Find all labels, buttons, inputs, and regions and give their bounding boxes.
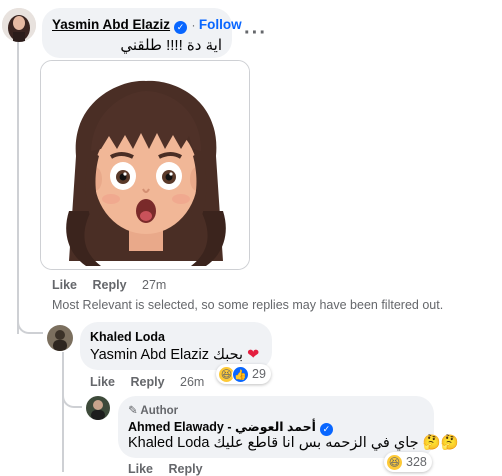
reply-message: بحبك: [213, 347, 244, 363]
reaction-count: 29: [252, 367, 266, 381]
avatar[interactable]: [86, 396, 110, 420]
timestamp[interactable]: 26m: [180, 375, 204, 389]
thread-line-nested: [62, 352, 64, 472]
thread-line: [17, 42, 19, 334]
filter-notice: Most Relevant is selected, so some repli…: [52, 298, 444, 312]
author-badge: ✎ Author: [128, 405, 179, 417]
comment-actions: Like Reply 27m: [52, 278, 178, 292]
thinking-emoji-icon: 🤔🤔: [422, 435, 459, 451]
reaction-summary[interactable]: 😆 328: [384, 452, 432, 472]
like-reaction-icon: 👍: [232, 365, 249, 383]
avatar[interactable]: [47, 325, 73, 351]
comment-image[interactable]: [40, 60, 250, 270]
reaction-count: 328: [406, 455, 427, 469]
reply-text: Yasmin Abd Elaziz بحبك ❤: [90, 347, 259, 363]
memoji-sticker-icon: [41, 61, 249, 269]
comment-bubble: Yasmin Abd Elaziz ✓ · Follow اية دة !!!! …: [42, 8, 242, 58]
reply-bubble: ✎ Author Ahmed Elawady - أحمد العوضي ✓ Kh…: [118, 396, 459, 458]
comment-text: اية دة !!!! طلقني: [120, 37, 222, 54]
reply-button[interactable]: Reply: [131, 375, 165, 389]
thread-connector: [17, 308, 43, 334]
like-button[interactable]: Like: [128, 462, 153, 476]
thread-connector-nested: [62, 382, 82, 408]
mention-link[interactable]: Yasmin Abd Elaziz: [90, 347, 209, 363]
avatar[interactable]: [2, 8, 36, 42]
reply-actions: Like Reply: [128, 462, 215, 476]
follow-button[interactable]: Follow: [199, 17, 242, 32]
reply-text: Khaled Loda جاي في الزحمه بس انا قاطع عل…: [128, 434, 459, 451]
like-button[interactable]: Like: [90, 375, 115, 389]
reply-message: جاي في الزحمه بس انا قاطع عليك: [213, 435, 419, 451]
reply-button[interactable]: Reply: [169, 462, 203, 476]
reply-author[interactable]: Ahmed Elawady - أحمد العوضي: [128, 420, 316, 434]
mention-link[interactable]: Khaled Loda: [128, 435, 209, 451]
more-options-icon[interactable]: ···: [244, 23, 267, 43]
reply-actions: Like Reply 26m: [90, 375, 216, 389]
reply-author[interactable]: Khaled Loda: [90, 330, 165, 344]
haha-reaction-icon: 😆: [386, 453, 403, 471]
pencil-icon: ✎: [128, 405, 138, 417]
timestamp[interactable]: 27m: [142, 278, 166, 292]
reply-bubble: Khaled Loda Yasmin Abd Elaziz بحبك ❤: [80, 322, 272, 370]
verified-icon: ✓: [174, 21, 188, 34]
heart-emoji-icon: ❤: [247, 347, 260, 363]
like-button[interactable]: Like: [52, 278, 77, 292]
comment-author[interactable]: Yasmin Abd Elaziz: [52, 17, 170, 32]
reply-button[interactable]: Reply: [93, 278, 127, 292]
reaction-summary[interactable]: 😆 👍 29: [216, 364, 271, 384]
